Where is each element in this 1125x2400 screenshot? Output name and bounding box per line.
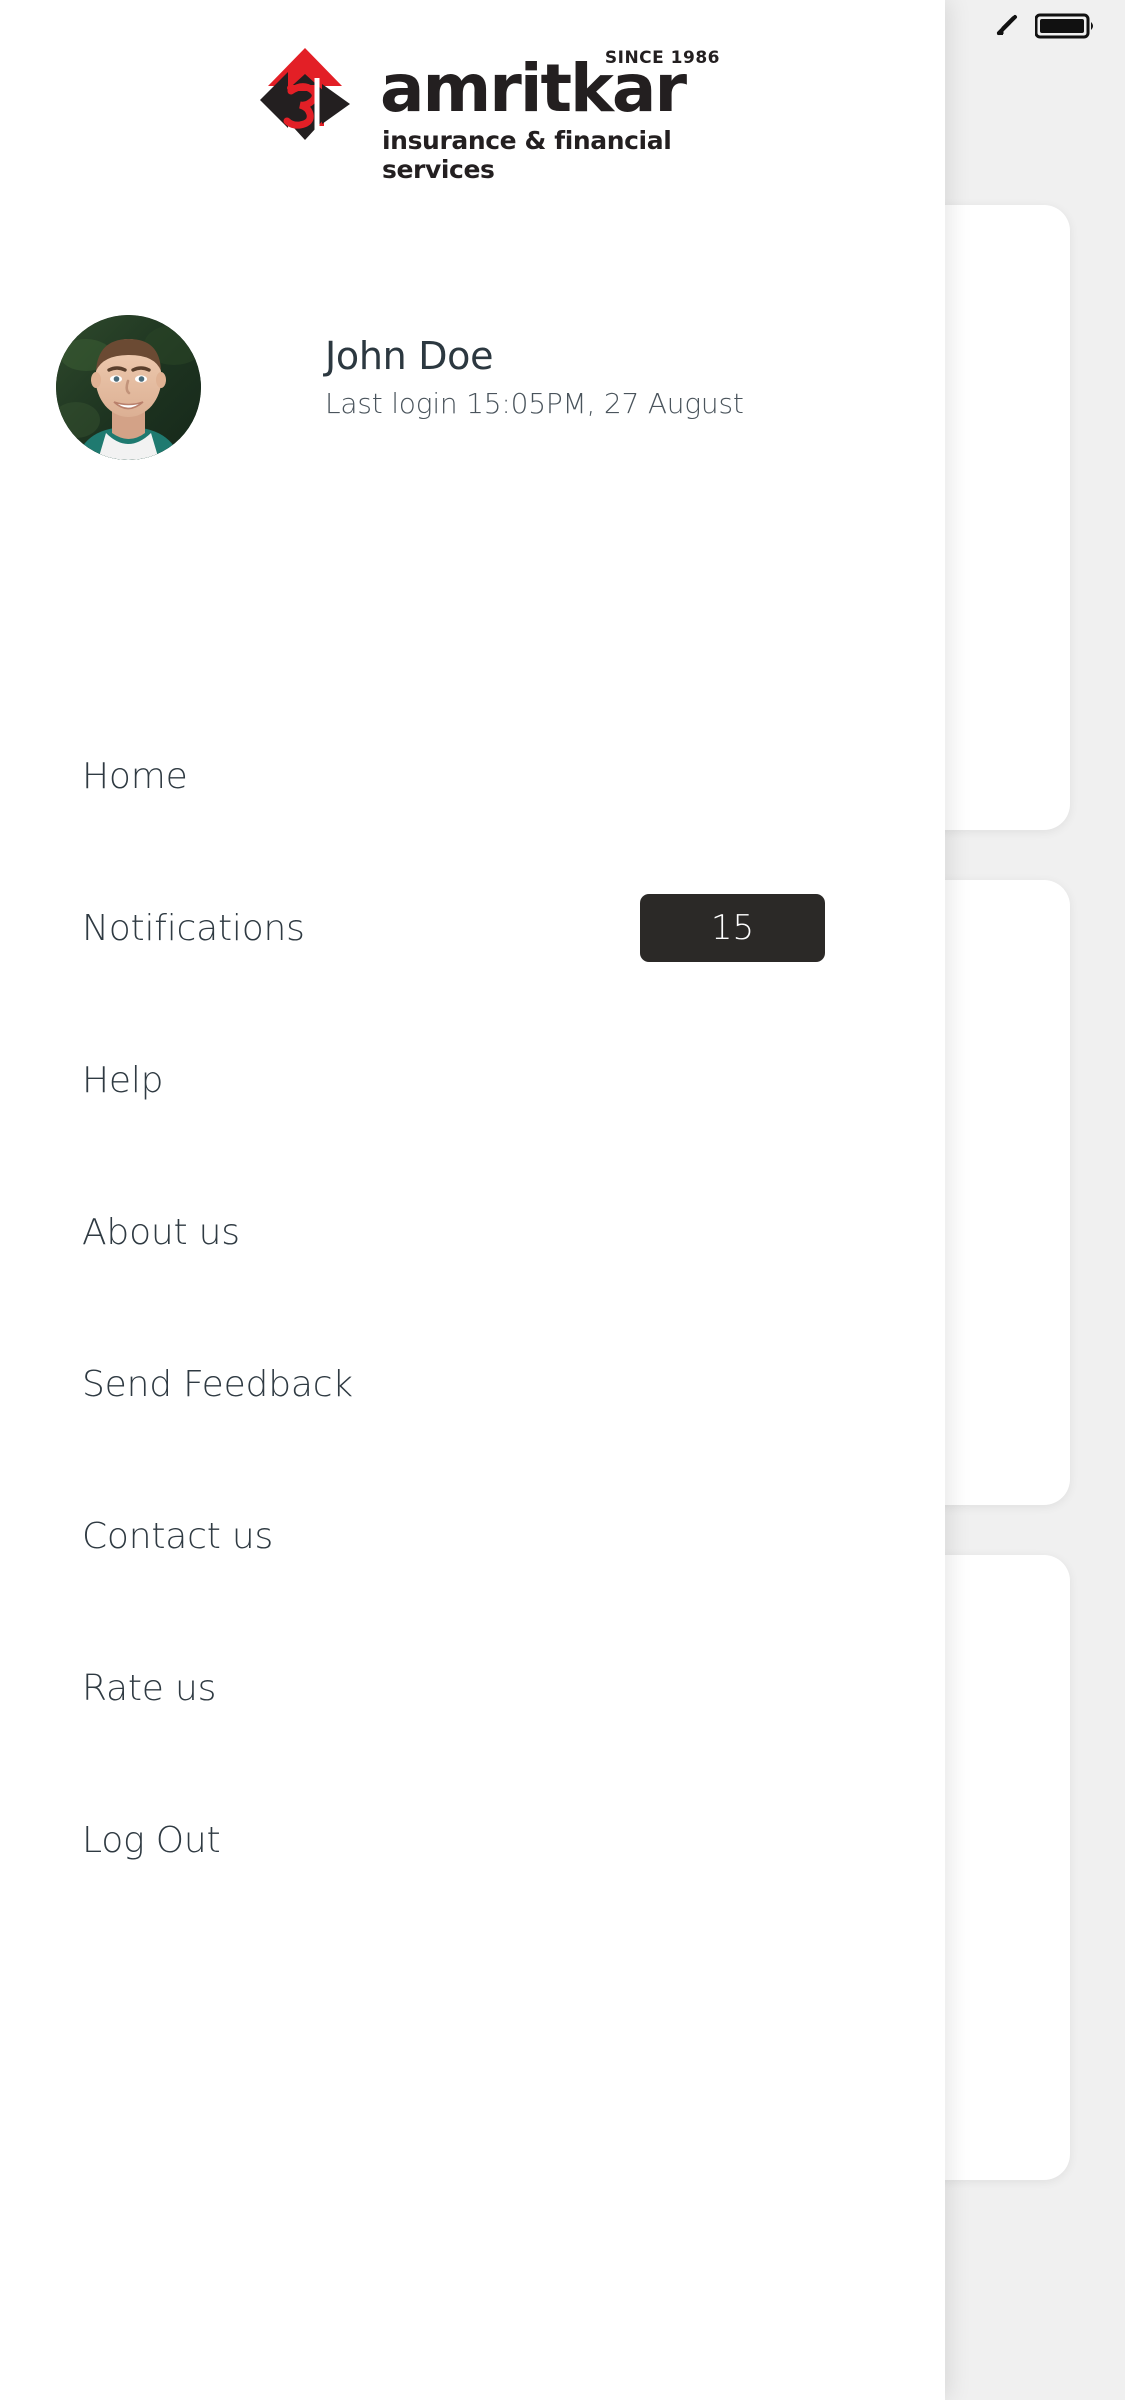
menu-item-rate-us[interactable]: Rate us <box>0 1612 945 1764</box>
menu-item-label: Send Feedback <box>82 1363 353 1405</box>
profile-text: John Doe Last login 15:05PM, 27 August <box>325 334 744 420</box>
menu-item-label: Rate us <box>82 1667 217 1709</box>
menu-item-label: Log Out <box>82 1819 221 1861</box>
brand-wordmark-block: amritkar SINCE 1986 insurance & financia… <box>380 48 720 184</box>
app-header: amritkar SINCE 1986 insurance & financia… <box>0 0 945 185</box>
notifications-count-badge: 15 <box>640 894 825 962</box>
brand-logo: amritkar SINCE 1986 insurance & financia… <box>250 48 719 184</box>
amritkar-logo-mark-icon <box>250 48 360 153</box>
menu-item-log-out[interactable]: Log Out <box>0 1764 945 1916</box>
brand-since-label: SINCE 1986 <box>604 48 720 68</box>
user-profile[interactable]: John Doe Last login 15:05PM, 27 August <box>56 315 856 460</box>
menu-item-about-us[interactable]: About us <box>0 1156 945 1308</box>
navigation-drawer: amritkar SINCE 1986 insurance & financia… <box>0 0 945 2400</box>
menu-item-label: Help <box>82 1059 164 1101</box>
last-login-label: Last login 15:05PM, 27 August <box>325 386 744 420</box>
menu-item-send-feedback[interactable]: Send Feedback <box>0 1308 945 1460</box>
app-screen: amritkar SINCE 1986 insurance & financia… <box>0 0 1125 2400</box>
user-name: John Doe <box>325 334 494 378</box>
menu-item-contact-us[interactable]: Contact us <box>0 1460 945 1612</box>
menu-item-notifications[interactable]: Notifications 15 <box>0 852 945 1004</box>
menu-item-label: Notifications <box>82 907 305 949</box>
drawer-menu: Home Notifications 15 Help About us Send… <box>0 700 945 1916</box>
menu-item-label: Home <box>82 755 188 797</box>
menu-item-home[interactable]: Home <box>0 700 945 852</box>
menu-item-label: Contact us <box>82 1515 274 1557</box>
avatar[interactable] <box>56 315 201 460</box>
menu-item-help[interactable]: Help <box>0 1004 945 1156</box>
menu-item-label: About us <box>82 1211 240 1253</box>
brand-tagline: insurance & financial services <box>382 126 672 184</box>
